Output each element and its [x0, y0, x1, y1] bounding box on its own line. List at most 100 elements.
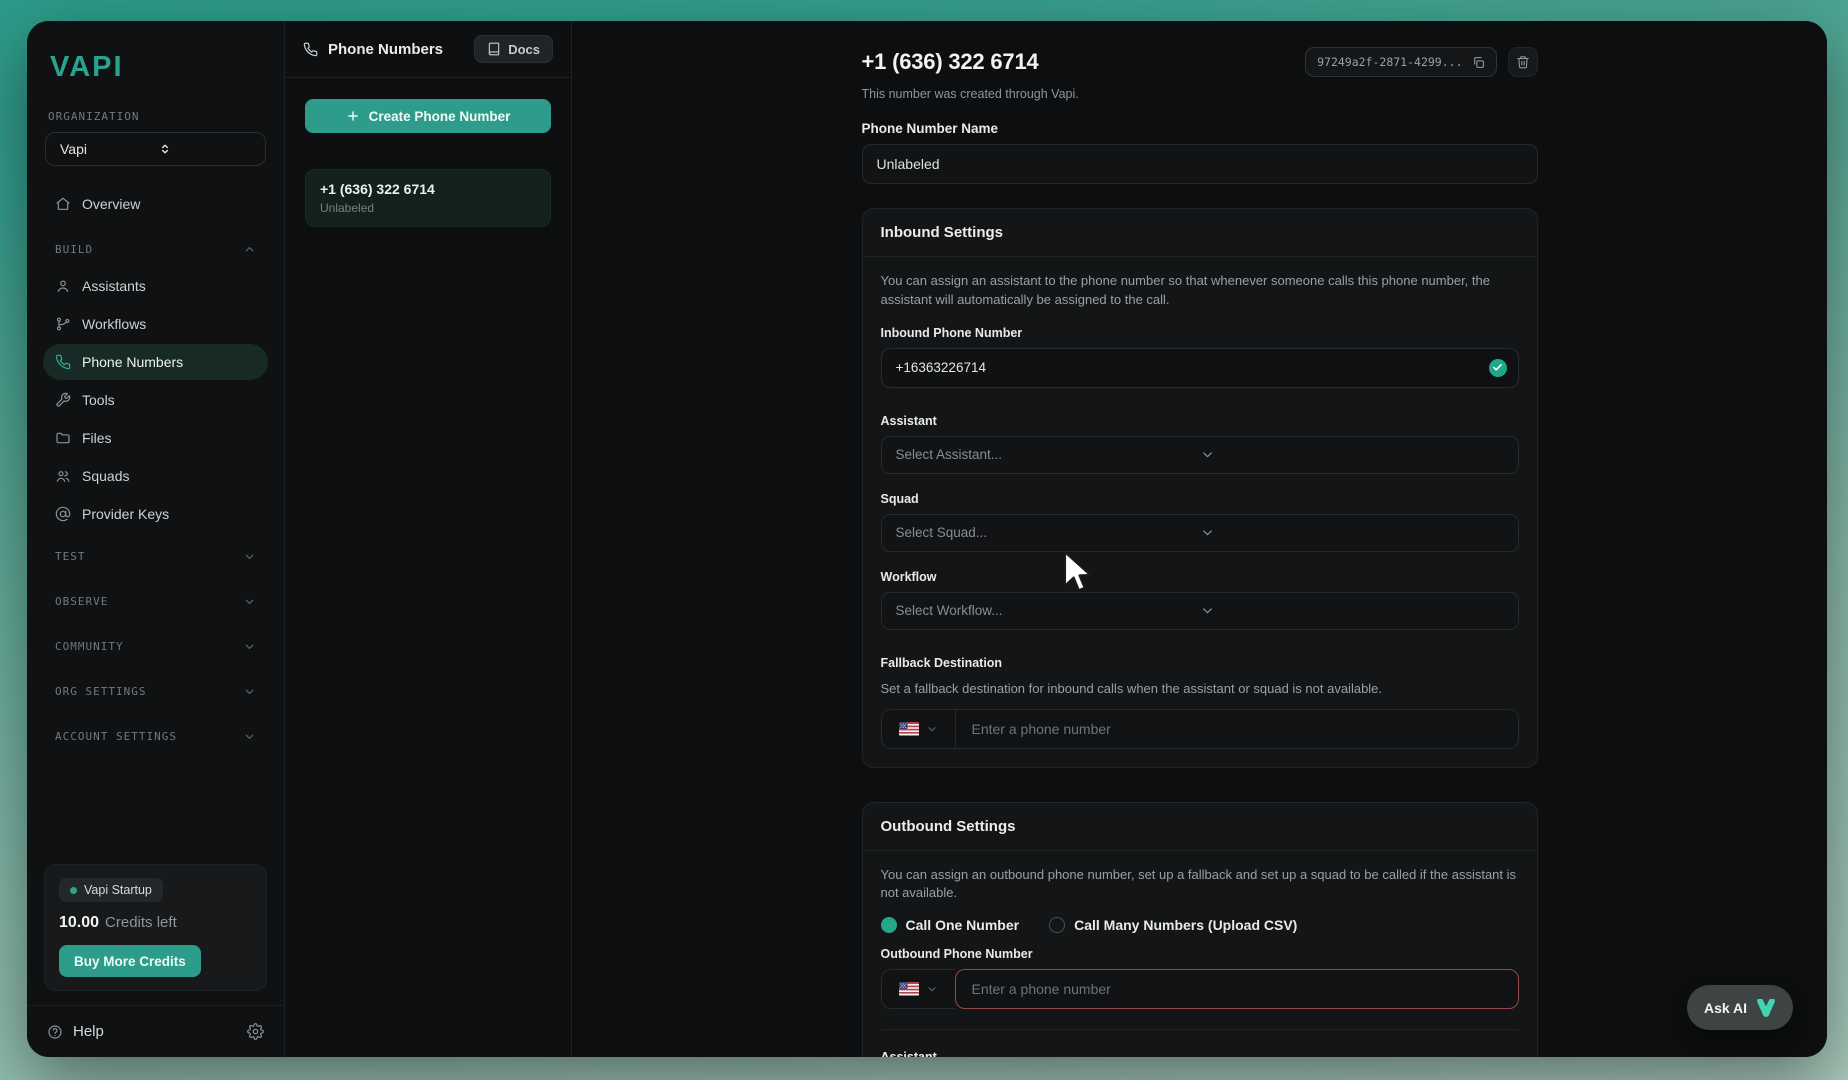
outbound-mode-radios: Call One Number Call Many Numbers (Uploa…: [881, 917, 1519, 933]
help-label[interactable]: Help: [73, 1023, 104, 1040]
page-title: +1 (636) 322 6714: [862, 49, 1039, 75]
sidebar-item-overview[interactable]: Overview: [43, 186, 268, 222]
select-updown-icon: [158, 142, 256, 156]
plan-badge: Vapi Startup: [59, 878, 163, 902]
phone-icon: [55, 354, 71, 370]
sidebar-item-files[interactable]: Files: [43, 420, 268, 456]
plus-icon: [346, 109, 360, 123]
organization-value: Vapi: [60, 141, 158, 157]
book-icon: [487, 42, 501, 56]
chevron-down-icon: [1200, 603, 1504, 618]
sidebar-item-squads[interactable]: Squads: [43, 458, 268, 494]
sidebar-section-org-settings[interactable]: ORG SETTINGS: [43, 669, 268, 714]
fallback-phone-input[interactable]: Enter a phone number: [955, 709, 1519, 749]
sidebar-item-assistants[interactable]: Assistants: [43, 268, 268, 304]
workflow-label: Workflow: [881, 570, 1519, 584]
sidebar-item-label: Files: [82, 430, 112, 446]
sidebar-nav: Overview BUILD Assistants Workflows: [27, 186, 284, 759]
phone-number-name-input[interactable]: [862, 144, 1538, 184]
country-select[interactable]: [881, 709, 955, 749]
phone-icon: [303, 42, 318, 57]
chevron-down-icon: [243, 730, 256, 743]
sidebar-section-community[interactable]: COMMUNITY: [43, 624, 268, 669]
vapi-v-icon: [1756, 999, 1776, 1017]
credits-card: Vapi Startup 10.00Credits left Buy More …: [44, 864, 267, 991]
outbound-settings-title: Outbound Settings: [863, 803, 1537, 851]
inbound-phone-number-input[interactable]: +16363226714: [881, 348, 1519, 388]
folder-icon: [55, 430, 71, 446]
sidebar-section-build[interactable]: BUILD: [43, 232, 268, 266]
outbound-phone-group: Enter a phone number: [881, 969, 1519, 1009]
fallback-destination-label: Fallback Destination: [881, 656, 1519, 670]
phone-number-id-chip[interactable]: 97249a2f-2871-4299...: [1305, 47, 1496, 77]
sidebar-section-observe[interactable]: OBSERVE: [43, 579, 268, 624]
panel-title: Phone Numbers: [328, 41, 443, 58]
radio-call-one-number[interactable]: Call One Number: [881, 917, 1020, 933]
wrench-icon: [55, 392, 71, 408]
sidebar-item-label: Provider Keys: [82, 506, 169, 522]
person-icon: [55, 278, 71, 294]
inbound-settings-card: Inbound Settings You can assign an assis…: [862, 208, 1538, 768]
copy-icon[interactable]: [1472, 56, 1485, 69]
phone-number-name-label: Phone Number Name: [862, 121, 1538, 136]
chevron-down-icon: [243, 595, 256, 608]
list-item-number: +1 (636) 322 6714: [320, 181, 536, 197]
assistant-select[interactable]: Select Assistant...: [881, 436, 1519, 474]
sidebar-item-label: Assistants: [82, 278, 146, 294]
divider: [881, 1029, 1519, 1030]
at-sign-icon: [55, 506, 71, 522]
plan-name: Vapi Startup: [84, 883, 152, 897]
delete-phone-number-button[interactable]: [1508, 47, 1538, 77]
squad-select[interactable]: Select Squad...: [881, 514, 1519, 552]
workflow-icon: [55, 316, 71, 332]
phone-number-list-item[interactable]: +1 (636) 322 6714 Unlabeled: [305, 169, 551, 227]
organization-select[interactable]: Vapi: [45, 132, 266, 166]
chevron-down-icon: [243, 550, 256, 563]
trash-icon: [1516, 55, 1530, 69]
app-window: VAPI ORGANIZATION Vapi Overview BUILD: [27, 21, 1827, 1057]
country-select[interactable]: [881, 969, 955, 1009]
sidebar-section-test[interactable]: TEST: [43, 534, 268, 579]
gear-icon[interactable]: [247, 1023, 264, 1040]
sidebar-item-workflows[interactable]: Workflows: [43, 306, 268, 342]
outbound-description: You can assign an outbound phone number,…: [881, 866, 1519, 904]
chevron-down-icon: [243, 685, 256, 698]
ask-ai-button[interactable]: Ask AI: [1687, 985, 1793, 1030]
us-flag-icon: [899, 722, 919, 736]
sidebar: VAPI ORGANIZATION Vapi Overview BUILD: [27, 21, 285, 1057]
radio-call-many-numbers[interactable]: Call Many Numbers (Upload CSV): [1049, 917, 1297, 933]
sidebar-section-account-settings[interactable]: ACCOUNT SETTINGS: [43, 714, 268, 759]
sidebar-item-label: Phone Numbers: [82, 354, 183, 370]
docs-button[interactable]: Docs: [474, 35, 553, 63]
create-phone-number-button[interactable]: Create Phone Number: [305, 99, 551, 133]
status-dot-icon: [70, 887, 77, 894]
sidebar-item-tools[interactable]: Tools: [43, 382, 268, 418]
sidebar-item-phone-numbers[interactable]: Phone Numbers: [43, 344, 268, 380]
chevron-up-icon: [243, 243, 256, 256]
buy-more-credits-button[interactable]: Buy More Credits: [59, 945, 201, 977]
inbound-phone-number-label: Inbound Phone Number: [881, 326, 1519, 340]
outbound-settings-card: Outbound Settings You can assign an outb…: [862, 802, 1538, 1057]
inbound-phone-number-value: +16363226714: [896, 360, 986, 375]
outbound-phone-input[interactable]: Enter a phone number: [955, 969, 1519, 1009]
sidebar-item-provider-keys[interactable]: Provider Keys: [43, 496, 268, 532]
main-content: +1 (636) 322 6714 97249a2f-2871-4299...: [862, 21, 1538, 1057]
sidebar-item-label: Tools: [82, 392, 115, 408]
help-circle-icon[interactable]: [47, 1024, 63, 1040]
vapi-logo: VAPI: [50, 51, 284, 84]
outbound-assistant-label: Assistant: [881, 1050, 1519, 1057]
us-flag-icon: [899, 982, 919, 996]
squad-label: Squad: [881, 492, 1519, 506]
created-through-note: This number was created through Vapi.: [862, 87, 1538, 101]
users-icon: [55, 468, 71, 484]
radio-selected-icon: [881, 917, 897, 933]
chevron-down-icon: [926, 723, 938, 735]
workflow-select[interactable]: Select Workflow...: [881, 592, 1519, 630]
fallback-description: Set a fallback destination for inbound c…: [881, 680, 1519, 699]
main-area: +1 (636) 322 6714 97249a2f-2871-4299...: [572, 21, 1827, 1057]
phone-numbers-panel: Phone Numbers Docs Create Phone Number +…: [285, 21, 572, 1057]
chevron-down-icon: [1200, 525, 1504, 540]
credits-left: 10.00Credits left: [59, 914, 252, 932]
fallback-phone-group: Enter a phone number: [881, 709, 1519, 749]
home-icon: [55, 196, 71, 212]
